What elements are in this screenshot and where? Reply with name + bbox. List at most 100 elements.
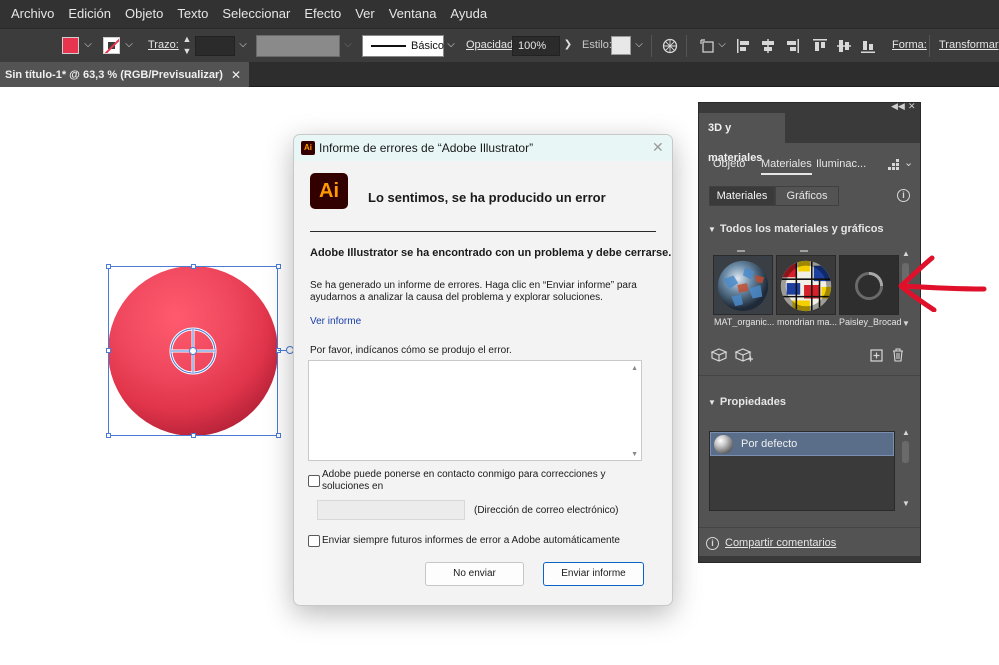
materials-section-header[interactable]: ▼ Todos los materiales y gráficos (708, 223, 884, 235)
apply-material-icon[interactable] (710, 347, 728, 363)
resize-handle[interactable] (106, 433, 111, 438)
menu-ayuda[interactable]: Ayuda (443, 0, 494, 28)
recolor-artwork-icon[interactable] (662, 38, 678, 54)
opacity-input[interactable]: 100% (512, 36, 560, 56)
tab-iluminacion[interactable]: Iluminac... (816, 158, 866, 170)
mondrian-sphere-thumbnail[interactable] (776, 255, 836, 315)
chevron-down-icon[interactable]: ⌄ (904, 156, 913, 169)
email-hint: (Dirección de correo electrónico) (474, 505, 619, 516)
divider (699, 375, 920, 376)
contact-checkbox[interactable] (308, 475, 320, 487)
stepper-up-icon[interactable]: ▲ (182, 34, 192, 44)
render-settings-icon[interactable] (887, 158, 901, 172)
tab-objeto[interactable]: Objeto (713, 158, 745, 170)
scroll-down-icon[interactable]: ▼ (902, 319, 910, 328)
chevron-down-icon[interactable]: ⌵ (446, 40, 456, 50)
panel-resize-grip[interactable] (699, 556, 920, 562)
view-report-link[interactable]: Ver informe (310, 316, 361, 327)
align-right-icon[interactable] (784, 38, 800, 54)
variable-width-profile[interactable] (256, 35, 340, 57)
describe-prompt: Por favor, indícanos cómo se produjo el … (310, 345, 512, 356)
illustrator-app-icon: Ai (301, 141, 315, 155)
align-horizontal-center-icon[interactable] (760, 38, 776, 54)
scroll-up-icon[interactable]: ▲ (631, 365, 638, 372)
menu-seleccionar[interactable]: Seleccionar (215, 0, 297, 28)
stepper-down-icon[interactable]: ▼ (182, 46, 192, 56)
default-material-thumbnail (714, 435, 733, 454)
send-report-button[interactable]: Enviar informe (543, 562, 644, 586)
illustrator-logo: Ai (310, 173, 348, 209)
resize-handle[interactable] (106, 348, 111, 353)
error-message: Adobe Illustrator se ha encontrado con u… (310, 247, 672, 259)
menu-ventana[interactable]: Ventana (382, 0, 444, 28)
scrollbar-thumb[interactable] (902, 441, 909, 463)
brush-definition-select[interactable]: Básico (362, 35, 444, 57)
close-icon[interactable]: ✕ (652, 139, 664, 156)
scroll-down-icon[interactable]: ▼ (902, 499, 910, 508)
close-icon[interactable]: ✕ (908, 101, 916, 112)
align-left-icon[interactable] (736, 38, 752, 54)
3d-materials-panel: ◀◀ ✕ 3D y materiales Objeto Materiales I… (698, 101, 921, 563)
separator (651, 35, 652, 57)
list-item[interactable]: Por defecto (710, 432, 894, 456)
email-field[interactable] (317, 500, 465, 520)
segment-materiales[interactable]: Materiales (709, 186, 775, 206)
transform-link[interactable]: Transformar (939, 39, 999, 51)
opacity-label[interactable]: Opacidad: (466, 39, 516, 51)
tab-materiales[interactable]: Materiales (761, 158, 812, 175)
resize-handle[interactable] (276, 433, 281, 438)
segment-graficos[interactable]: Gráficos (775, 186, 839, 206)
resize-handle[interactable] (106, 264, 111, 269)
3d-rotation-widget-icon[interactable] (169, 327, 217, 375)
fill-color-swatch[interactable] (62, 37, 79, 54)
trash-icon[interactable] (892, 348, 904, 362)
always-send-checkbox-label[interactable]: Enviar siempre futuros informes de error… (322, 535, 620, 547)
chevron-down-icon[interactable]: ⌵ (717, 40, 727, 50)
transform-reference-icon[interactable] (700, 38, 716, 54)
stroke-label[interactable]: Trazo: (148, 39, 179, 51)
apply-graphic-icon[interactable] (734, 347, 754, 365)
scroll-up-icon[interactable]: ▲ (902, 428, 910, 437)
description-textarea[interactable]: ▲ ▼ (308, 360, 642, 461)
close-icon[interactable]: ✕ (231, 68, 241, 82)
menu-ver[interactable]: Ver (348, 0, 382, 28)
resize-handle[interactable] (191, 433, 196, 438)
menu-efecto[interactable]: Efecto (297, 0, 348, 28)
stroke-weight-field[interactable] (195, 36, 235, 56)
chevron-down-icon: ▼ (708, 398, 716, 407)
resize-handle[interactable] (191, 264, 196, 269)
material-label: mondrian ma... (777, 317, 838, 327)
new-material-icon[interactable] (870, 349, 883, 362)
properties-section-header[interactable]: ▼ Propiedades (708, 396, 786, 408)
contact-checkbox-label[interactable]: Adobe puede ponerse en contacto conmigo … (322, 469, 642, 493)
info-icon: i (706, 537, 719, 550)
chevron-down-icon: ⌵ (344, 39, 352, 50)
chevron-down-icon[interactable]: ⌵ (124, 40, 134, 50)
chevron-down-icon[interactable]: ⌵ (238, 40, 248, 50)
menu-objeto[interactable]: Objeto (118, 0, 170, 28)
panel-tab-3d-materials[interactable]: 3D y materiales (699, 113, 785, 164)
chevron-down-icon[interactable]: ⌵ (83, 40, 93, 50)
chevron-right-icon[interactable]: ❯ (563, 40, 573, 50)
graphic-style-swatch[interactable] (611, 36, 631, 55)
always-send-checkbox[interactable] (308, 535, 320, 547)
menu-archivo[interactable]: Archivo (4, 0, 61, 28)
shape-link[interactable]: Forma: (892, 39, 927, 51)
document-tab[interactable]: Sin título-1* @ 63,3 % (RGB/Previsualiza… (0, 62, 250, 87)
align-bottom-icon[interactable] (860, 38, 876, 54)
info-icon[interactable]: i (897, 189, 910, 202)
chevron-down-icon[interactable]: ⌵ (634, 40, 644, 50)
scroll-down-icon[interactable]: ▼ (631, 451, 638, 458)
collapse-panel-icon[interactable]: ◀◀ (891, 101, 905, 112)
stroke-color-swatch[interactable] (103, 37, 120, 54)
loading-spinner-thumbnail[interactable] (839, 255, 899, 315)
menu-edicion[interactable]: Edición (61, 0, 118, 28)
share-feedback-link[interactable]: Compartir comentarios (725, 537, 836, 549)
menu-texto[interactable]: Texto (170, 0, 215, 28)
materials-section-title: Todos los materiales y gráficos (719, 223, 884, 235)
align-top-icon[interactable] (812, 38, 828, 54)
no-send-button[interactable]: No enviar (425, 562, 524, 586)
resize-handle[interactable] (276, 264, 281, 269)
metal-sphere-thumbnail[interactable] (713, 255, 773, 315)
align-vertical-center-icon[interactable] (836, 38, 852, 54)
